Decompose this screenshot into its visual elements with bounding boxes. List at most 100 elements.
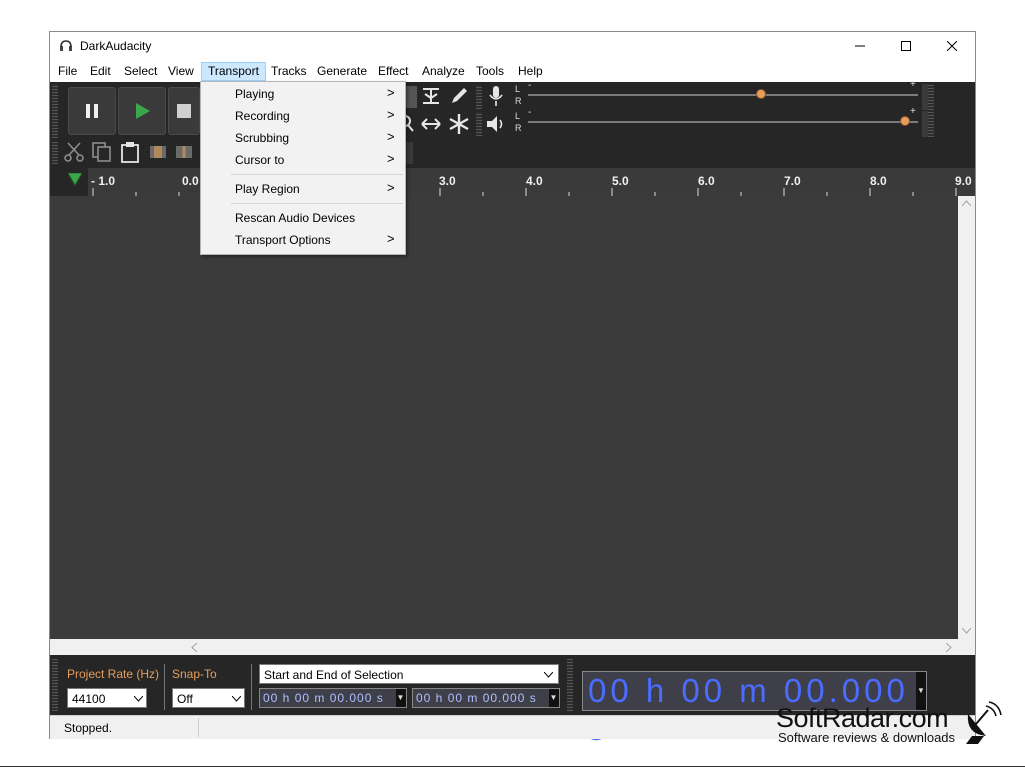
vertical-scrollbar[interactable] xyxy=(958,196,975,639)
record-meter-button[interactable] xyxy=(484,85,508,107)
edit-toolbar-edge xyxy=(405,142,413,164)
chevron-down-icon[interactable]: ▼ xyxy=(549,689,559,707)
project-rate-select[interactable]: 44100 xyxy=(67,688,147,708)
menu-item-recording[interactable]: Recording > xyxy=(202,105,404,127)
scroll-down-icon[interactable] xyxy=(962,628,971,634)
pencil-icon xyxy=(452,88,467,103)
submenu-arrow-icon: > xyxy=(387,231,395,246)
selection-mode-select[interactable]: Start and End of Selection xyxy=(259,664,559,684)
envelope-tool-icon xyxy=(423,88,439,104)
project-rate-value: 44100 xyxy=(72,692,106,706)
paste-button[interactable] xyxy=(118,141,142,163)
menu-item-play-region[interactable]: Play Region > xyxy=(202,178,404,200)
minimize-icon xyxy=(855,45,865,47)
menu-tools[interactable]: Tools xyxy=(470,63,510,80)
record-slider-plus: + xyxy=(910,79,916,90)
menu-item-playing[interactable]: Playing > xyxy=(202,83,404,105)
play-meter-grip[interactable] xyxy=(476,112,482,136)
edit-toolbar-grip[interactable] xyxy=(52,142,58,164)
divider xyxy=(251,664,252,710)
multi-tool-button[interactable] xyxy=(447,113,471,135)
title-bar: DarkAudacity xyxy=(50,32,975,60)
ruler-tick: 6.0 xyxy=(698,174,715,188)
copy-button[interactable] xyxy=(90,141,114,163)
menu-file[interactable]: File xyxy=(52,63,83,80)
ruler-tick: 4.0 xyxy=(526,174,543,188)
play-button[interactable] xyxy=(118,87,166,135)
snap-to-label: Snap-To xyxy=(172,667,217,681)
copy-icon xyxy=(92,142,111,162)
submenu-arrow-icon: > xyxy=(387,107,395,122)
ruler-tick: 3.0 xyxy=(439,174,456,188)
timeshift-tool-button[interactable] xyxy=(419,113,443,135)
ruler-tick: 0.0 xyxy=(182,174,199,188)
snap-to-select[interactable]: Off xyxy=(172,688,245,708)
scroll-right-icon[interactable] xyxy=(946,643,952,652)
menu-generate[interactable]: Generate xyxy=(311,63,373,80)
menu-help[interactable]: Help xyxy=(512,63,549,80)
chevron-down-icon xyxy=(134,696,143,702)
play-volume-slider[interactable] xyxy=(528,116,918,126)
toolbar-grip-right[interactable] xyxy=(928,84,934,110)
transport-toolbar-grip[interactable] xyxy=(52,84,58,138)
play-meter-channel-r: R xyxy=(515,123,522,133)
maximize-button[interactable] xyxy=(883,32,929,60)
menu-item-label: Transport Options xyxy=(235,233,331,247)
menu-select[interactable]: Select xyxy=(118,63,163,80)
silence-button[interactable] xyxy=(172,141,196,163)
menu-analyze[interactable]: Analyze xyxy=(416,63,471,80)
selection-start-time[interactable]: 00 h 00 m 00.000 s ▼ xyxy=(259,688,407,708)
play-meter-button[interactable] xyxy=(484,113,508,135)
menu-item-cursor-to[interactable]: Cursor to > xyxy=(202,149,404,171)
pause-button[interactable] xyxy=(68,87,116,135)
selection-toolbar-grip[interactable] xyxy=(52,659,58,711)
menu-view[interactable]: View xyxy=(162,63,200,80)
scroll-up-icon[interactable] xyxy=(962,200,971,206)
draw-tool-button[interactable] xyxy=(447,85,471,107)
project-rate-label: Project Rate (Hz) xyxy=(67,667,160,681)
page-bottom-border xyxy=(0,766,1025,767)
trim-button[interactable] xyxy=(146,141,170,163)
menu-item-label: Recording xyxy=(235,109,290,123)
play-slider-thumb[interactable] xyxy=(900,116,910,126)
cut-button[interactable] xyxy=(62,141,86,163)
record-slider-thumb[interactable] xyxy=(756,89,766,99)
menu-item-scrubbing[interactable]: Scrubbing > xyxy=(202,127,404,149)
status-text: Stopped. xyxy=(64,721,113,735)
silence-icon xyxy=(176,146,192,158)
record-meter-channel-r: R xyxy=(515,96,522,106)
minimize-button[interactable] xyxy=(837,32,883,60)
menu-transport[interactable]: Transport xyxy=(201,62,266,81)
envelope-tool-button[interactable] xyxy=(419,85,443,107)
play-head-icon[interactable] xyxy=(68,173,82,186)
timeline-ruler[interactable]: - 1.0 0.0 3.0 4.0 5.0 6.0 7.0 8.0 9.0 xyxy=(50,168,975,197)
close-button[interactable] xyxy=(929,32,975,60)
select-tool-button[interactable] xyxy=(405,86,417,108)
toolbar-grip-right-2[interactable] xyxy=(928,111,934,137)
menu-item-label: Rescan Audio Devices xyxy=(235,211,356,225)
menu-item-rescan-audio-devices[interactable]: Rescan Audio Devices xyxy=(202,207,404,229)
menu-item-label: Play Region xyxy=(235,182,300,196)
transport-menu: Playing > Recording > Scrubbing > Cursor… xyxy=(200,81,406,255)
record-meter-grip[interactable] xyxy=(476,85,482,109)
menu-item-transport-options[interactable]: Transport Options > xyxy=(202,229,404,251)
menu-bar: File Edit Select View Transport Tracks G… xyxy=(50,60,975,82)
chevron-down-icon[interactable]: ▼ xyxy=(396,689,406,707)
play-meter-channel-l: L xyxy=(515,111,521,121)
selection-end-time[interactable]: 00 h 00 m 00.000 s ▼ xyxy=(412,688,560,708)
submenu-arrow-icon: > xyxy=(387,180,395,195)
horizontal-scrollbar[interactable] xyxy=(50,639,975,655)
record-volume-slider[interactable] xyxy=(528,89,918,99)
time-toolbar-grip[interactable] xyxy=(567,659,573,711)
chevron-down-icon xyxy=(232,696,241,702)
scroll-left-icon[interactable] xyxy=(191,643,197,652)
menu-tracks[interactable]: Tracks xyxy=(265,63,313,80)
menu-effect[interactable]: Effect xyxy=(372,63,414,80)
menu-separator xyxy=(231,174,403,175)
ruler-tick: 7.0 xyxy=(784,174,801,188)
stop-button[interactable] xyxy=(168,87,200,135)
track-panel[interactable] xyxy=(50,196,958,639)
menu-separator xyxy=(231,203,403,204)
clipboard-icon xyxy=(121,142,139,163)
menu-edit[interactable]: Edit xyxy=(84,63,117,80)
